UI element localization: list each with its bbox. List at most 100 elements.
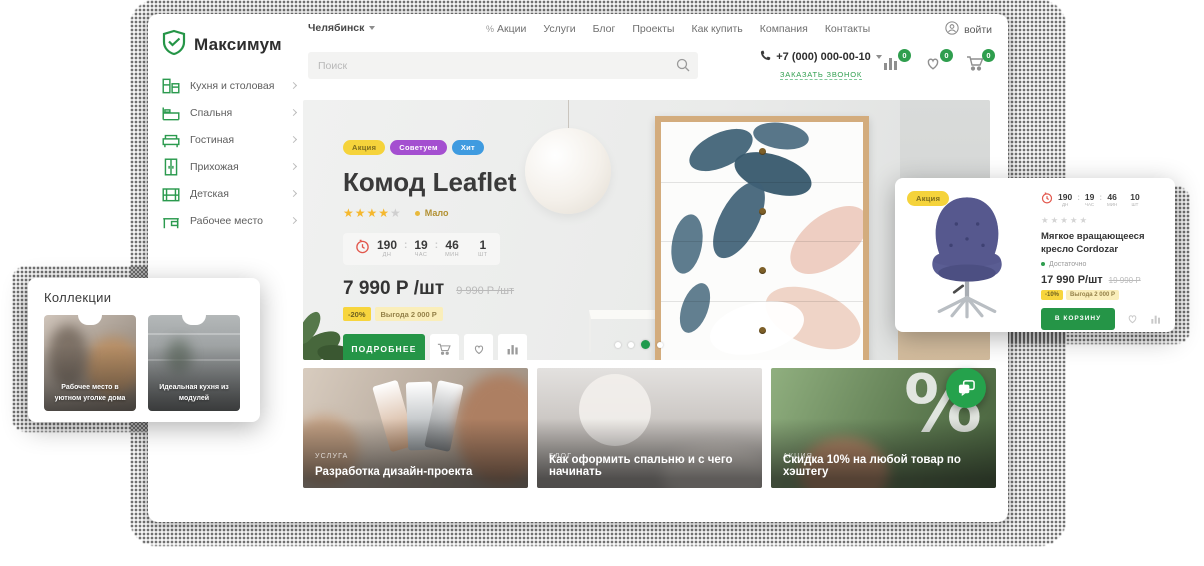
sidebar-item-label: Спальня: [190, 107, 232, 119]
brand-logo[interactable]: Максимум: [161, 29, 282, 61]
action-buttons: ПОДРОБНЕЕ: [343, 334, 527, 360]
timer-minutes-unit: мин: [445, 253, 459, 259]
promo-card-blog-bedroom[interactable]: БЛОГ Как оформить спальню и с чего начин…: [537, 368, 762, 488]
product-old-price: 9 990 Р /шт: [456, 285, 514, 297]
add-to-cart-button[interactable]: [430, 334, 459, 360]
city-label: Челябинск: [308, 22, 364, 34]
product-photo-area: Акция: [895, 178, 1041, 332]
sidebar-item-kids[interactable]: Детская: [161, 180, 296, 207]
commode-product-image: [655, 116, 869, 360]
compare-button[interactable]: [498, 334, 527, 360]
compare-button[interactable]: [1150, 313, 1162, 325]
nav-item-contacts[interactable]: Контакты: [825, 23, 870, 35]
collection-caption: Рабочее место в уютном уголке дома: [48, 382, 132, 404]
chevron-right-icon: [290, 163, 297, 170]
favorite-button[interactable]: [464, 334, 493, 360]
promo-title: Как оформить спальню и с чего начинать: [549, 454, 750, 478]
pendant-lamp: [525, 128, 611, 214]
search-icon[interactable]: [676, 58, 690, 77]
timer-separator: :: [1077, 193, 1080, 202]
product-old-price: 19 990 Р: [1109, 276, 1141, 285]
cart-count-badge: 0: [982, 49, 995, 62]
product-rating: ★★★★ ★ Мало: [343, 206, 527, 220]
nav-item-blog[interactable]: Блог: [593, 23, 616, 35]
login-button[interactable]: войти: [945, 21, 992, 38]
stock-dot-icon: [415, 211, 420, 216]
phone-block: +7 (000) 000-00-10 заказать звонок: [746, 50, 896, 82]
discount-badge: -20%: [343, 307, 371, 321]
callback-link[interactable]: заказать звонок: [780, 70, 862, 80]
promo-title: Разработка дизайн-проекта: [315, 466, 516, 478]
product-title[interactable]: Мягкое вращающееся кресло Cordozar: [1041, 231, 1163, 257]
badge-hit: Хит: [452, 140, 484, 155]
kitchen-icon: [161, 76, 181, 96]
chat-widget-button[interactable]: [946, 368, 986, 408]
add-to-cart-button[interactable]: В КОРЗИНУ: [1041, 308, 1115, 330]
details-button[interactable]: ПОДРОБНЕЕ: [343, 334, 425, 360]
chevron-right-icon: [290, 82, 297, 89]
badge-recommended: Советуем: [390, 140, 447, 155]
kids-room-icon: [161, 184, 181, 204]
nav-item-services[interactable]: Услуги: [543, 23, 575, 35]
sidebar-item-label: Детская: [190, 188, 229, 200]
timer-separator: :: [404, 240, 407, 251]
badge-promo: Акция: [907, 191, 949, 206]
nav-label: Как купить: [691, 23, 742, 35]
chevron-right-icon: [290, 136, 297, 143]
nav-item-company[interactable]: Компания: [760, 23, 808, 35]
nav-item-projects[interactable]: Проекты: [632, 23, 674, 35]
nav-item-promos[interactable]: %Акции: [486, 23, 526, 35]
timer-days-unit: дн: [383, 253, 392, 259]
stock-qty: 10: [1130, 193, 1139, 202]
favorites-button[interactable]: 0: [924, 54, 946, 76]
compare-button[interactable]: 0: [882, 54, 904, 76]
collection-tile-workspace[interactable]: Рабочее место в уютном уголке дома: [44, 315, 136, 411]
sidebar-item-hallway[interactable]: Прихожая: [161, 153, 296, 180]
timer-days-unit: дн: [1062, 203, 1068, 208]
sidebar-item-kitchen[interactable]: Кухня и столовая: [161, 72, 296, 99]
slider-dot[interactable]: [657, 342, 663, 348]
nav-label: Компания: [760, 23, 808, 35]
compare-count-badge: 0: [898, 49, 911, 62]
floating-product-card[interactable]: Акция 190дн : 19час :: [895, 178, 1175, 332]
nav-item-how-to-buy[interactable]: Как купить: [691, 23, 742, 35]
sidebar-item-bedroom[interactable]: Спальня: [161, 99, 296, 126]
collections-title: Коллекции: [44, 290, 244, 305]
collection-tile-kitchen[interactable]: Идеальная кухня из модулей: [148, 315, 240, 411]
promo-card-design-service[interactable]: УСЛУГА Разработка дизайн-проекта: [303, 368, 528, 488]
hallway-icon: [161, 157, 181, 177]
slide-content: Акция Советуем Хит Комод Leaflet ★★★★ ★ …: [343, 140, 527, 360]
nav-label: Проекты: [632, 23, 674, 35]
login-label: войти: [964, 24, 992, 36]
slider-dots: [615, 340, 663, 349]
city-selector[interactable]: Челябинск: [308, 22, 375, 34]
stock-status: Достаточно: [1041, 261, 1163, 268]
shield-logo-icon: [161, 29, 187, 61]
phone-label: +7 (000) 000-00-10: [776, 51, 870, 63]
slider-dot-active[interactable]: [641, 340, 650, 349]
slider-dot[interactable]: [615, 342, 621, 348]
armchair-image: [911, 192, 1023, 320]
drawer-line: [661, 182, 863, 183]
promo-title: Скидка 10% на любой товар по хэштегу: [783, 454, 984, 478]
sidebar-item-living-room[interactable]: Гостиная: [161, 126, 296, 153]
bedroom-icon: [161, 103, 181, 123]
search-input[interactable]: [308, 52, 698, 79]
timer-hours: 19: [1085, 193, 1094, 202]
favorite-button[interactable]: [1126, 312, 1139, 325]
lamp-cord: [568, 100, 569, 130]
sidebar-item-workspace[interactable]: Рабочее место: [161, 207, 296, 234]
living-room-icon: [161, 130, 181, 150]
stock-qty: 1: [479, 239, 486, 251]
slider-dot[interactable]: [628, 342, 634, 348]
product-title: Комод Leaflet: [343, 167, 527, 198]
workspace-icon: [161, 211, 181, 231]
phone-icon: [760, 50, 771, 64]
drawer-line: [661, 241, 863, 242]
product-badges: Акция Советуем Хит: [343, 140, 527, 155]
nav-label: Услуги: [543, 23, 575, 35]
cart-button[interactable]: 0: [966, 54, 988, 76]
product-price: 7 990 Р /шт: [343, 278, 444, 300]
phone-number[interactable]: +7 (000) 000-00-10: [746, 50, 896, 64]
countdown-timer: 190дн : 19час : 46мин 10шт: [1041, 191, 1163, 209]
